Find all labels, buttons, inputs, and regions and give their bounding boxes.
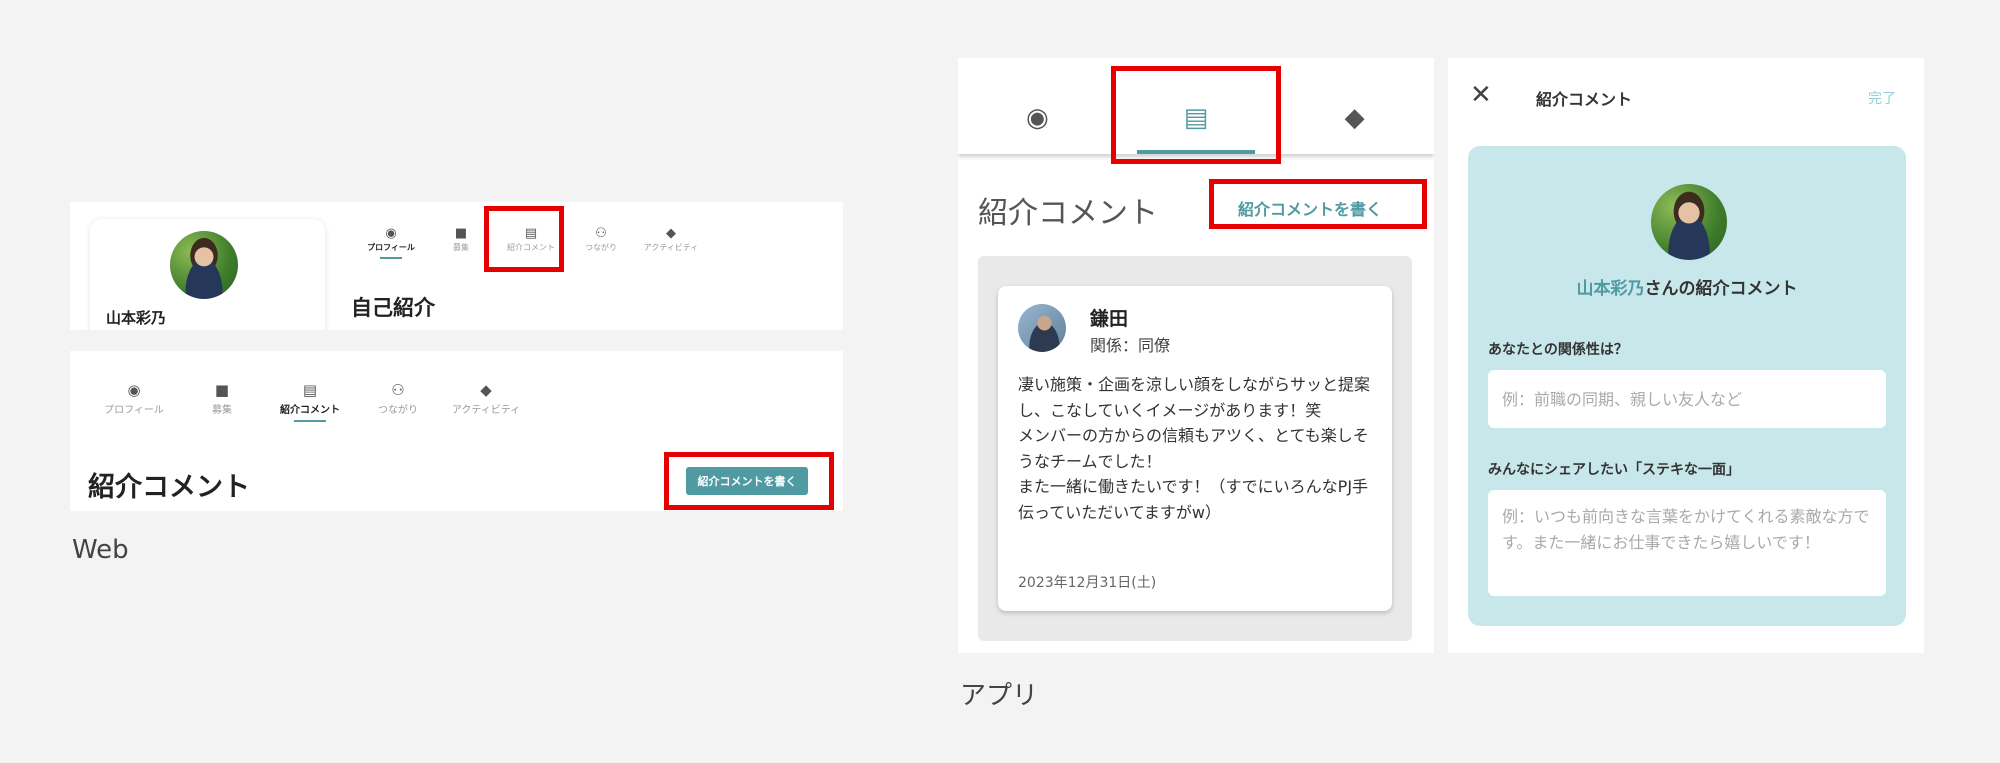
avatar [170, 231, 238, 299]
relation-text: 関係：同僚 [1090, 336, 1171, 355]
tab-label: 募集 [212, 405, 232, 416]
tab-label: つながり [378, 405, 418, 416]
web-caption: Web [72, 535, 129, 565]
web-tabs-small: ◉ プロフィール ■ 募集 ▤ 紹介コメント ⚇ つながり ◆ アクティビティ [356, 226, 706, 259]
tab-profile[interactable]: ◉ [958, 82, 1117, 154]
tab-connections[interactable]: ⚇ つながり [354, 381, 442, 422]
tab-connections[interactable]: ⚇ つながり [566, 226, 636, 259]
tab-intro-comments[interactable]: ▤ 紹介コメント [266, 381, 354, 422]
header-title: 紹介コメント [1536, 90, 1633, 109]
tab-label: アクティビティ [451, 405, 521, 416]
tag-icon: ◆ [1344, 103, 1365, 133]
account-circle-icon: ◉ [1025, 103, 1049, 133]
web-profile-panel: 山本彩乃 ◉ プロフィール ■ 募集 ▤ 紹介コメント ⚇ つながり ◆ アクテ… [70, 202, 843, 330]
section-title: 紹介コメント [88, 472, 250, 503]
tab-label: アクティビティ [643, 243, 699, 252]
profile-name: 山本彩乃 [106, 309, 167, 327]
comment-icon: ▤ [524, 226, 538, 241]
relation-input[interactable]: 例：前職の同期、親しい友人など [1488, 370, 1886, 428]
app-comments-screen: ◉ ▤ ◆ 紹介コメント 紹介コメントを書く 鎌田 関係：同僚 凄い施策・企画を… [958, 58, 1434, 653]
highlight-question: みんなにシェアしたい「ステキな一面」 [1488, 462, 1740, 478]
target-name: 山本彩乃 [1576, 279, 1645, 299]
people-icon: ⚇ [595, 226, 607, 241]
tab-activity[interactable]: ◆ [1275, 82, 1434, 154]
tab-profile[interactable]: ◉ プロフィール [356, 226, 426, 259]
comment-date: 2023年12月31日(土) [1018, 575, 1157, 591]
done-button[interactable]: 完了 [1868, 88, 1896, 108]
tab-label: 紹介コメント [280, 405, 340, 416]
tab-label: つながり [585, 243, 617, 252]
avatar [1651, 184, 1727, 260]
tab-recruit[interactable]: ■ 募集 [426, 226, 496, 259]
tab-intro-comments[interactable]: ▤ 紹介コメント [496, 226, 566, 259]
bag-icon: ■ [214, 381, 230, 399]
write-comment-button[interactable]: 紹介コメントを書く [686, 467, 808, 495]
active-tab-underline [380, 257, 402, 259]
tab-profile[interactable]: ◉ プロフィール [90, 381, 178, 422]
tab-intro-comments[interactable]: ▤ [1117, 82, 1276, 154]
tab-label: 紹介コメント [507, 243, 555, 252]
comment-card: 鎌田 関係：同僚 凄い施策・企画を涼しい顔をしながらサッと提案し、こなしていくイ… [998, 286, 1392, 611]
account-circle-icon: ◉ [127, 381, 141, 399]
tab-label: 募集 [453, 243, 469, 252]
profile-card: 山本彩乃 [90, 219, 325, 330]
comment-icon: ▤ [302, 381, 318, 399]
section-title: 自己紹介 [351, 296, 435, 320]
comment-form: 山本彩乃さんの紹介コメント あなたとの関係性は？ 例：前職の同期、親しい友人など… [1468, 146, 1906, 626]
highlight-textarea[interactable]: 例：いつも前向きな言葉をかけてくれる素敵な方です。また一緒にお仕事できたら嬉しい… [1488, 490, 1886, 596]
comment-body: 凄い施策・企画を涼しい顔をしながらサッと提案し、こなしていくイメージがあります！… [1018, 375, 1371, 522]
avatar[interactable] [1018, 304, 1066, 352]
web-tabs: ◉ プロフィール ■ 募集 ▤ 紹介コメント ⚇ つながり ◆ アクティビティ [90, 381, 530, 422]
form-heading: 山本彩乃さんの紹介コメント [1468, 274, 1906, 299]
people-icon: ⚇ [391, 381, 405, 399]
account-circle-icon: ◉ [385, 226, 397, 241]
relation-question: あなたとの関係性は？ [1488, 342, 1628, 358]
tab-activity[interactable]: ◆ アクティビティ [442, 381, 530, 422]
tag-icon: ◆ [480, 381, 492, 399]
tab-label: プロフィール [104, 405, 164, 416]
comment-icon: ▤ [1183, 103, 1209, 133]
page-title: 紹介コメント [978, 196, 1158, 231]
app-tabbar: ◉ ▤ ◆ [958, 82, 1434, 154]
tab-label: プロフィール [367, 243, 415, 252]
app-caption: アプリ [960, 681, 1039, 711]
commenter-name[interactable]: 鎌田 [1090, 304, 1128, 331]
bag-icon: ■ [454, 226, 468, 241]
tag-icon: ◆ [666, 226, 676, 241]
app-write-comment-screen: ✕ 紹介コメント 完了 山本彩乃さんの紹介コメント あなたとの関係性は？ 例：前… [1448, 58, 1924, 653]
target-suffix: さんの紹介コメント [1644, 279, 1798, 299]
close-icon[interactable]: ✕ [1470, 80, 1492, 110]
list-item [998, 648, 1392, 653]
tab-recruit[interactable]: ■ 募集 [178, 381, 266, 422]
write-comment-link[interactable]: 紹介コメントを書く [1238, 196, 1382, 220]
web-comments-panel: ◉ プロフィール ■ 募集 ▤ 紹介コメント ⚇ つながり ◆ アクティビティ … [70, 351, 843, 511]
active-tab-underline [294, 420, 326, 422]
tab-activity[interactable]: ◆ アクティビティ [636, 226, 706, 259]
